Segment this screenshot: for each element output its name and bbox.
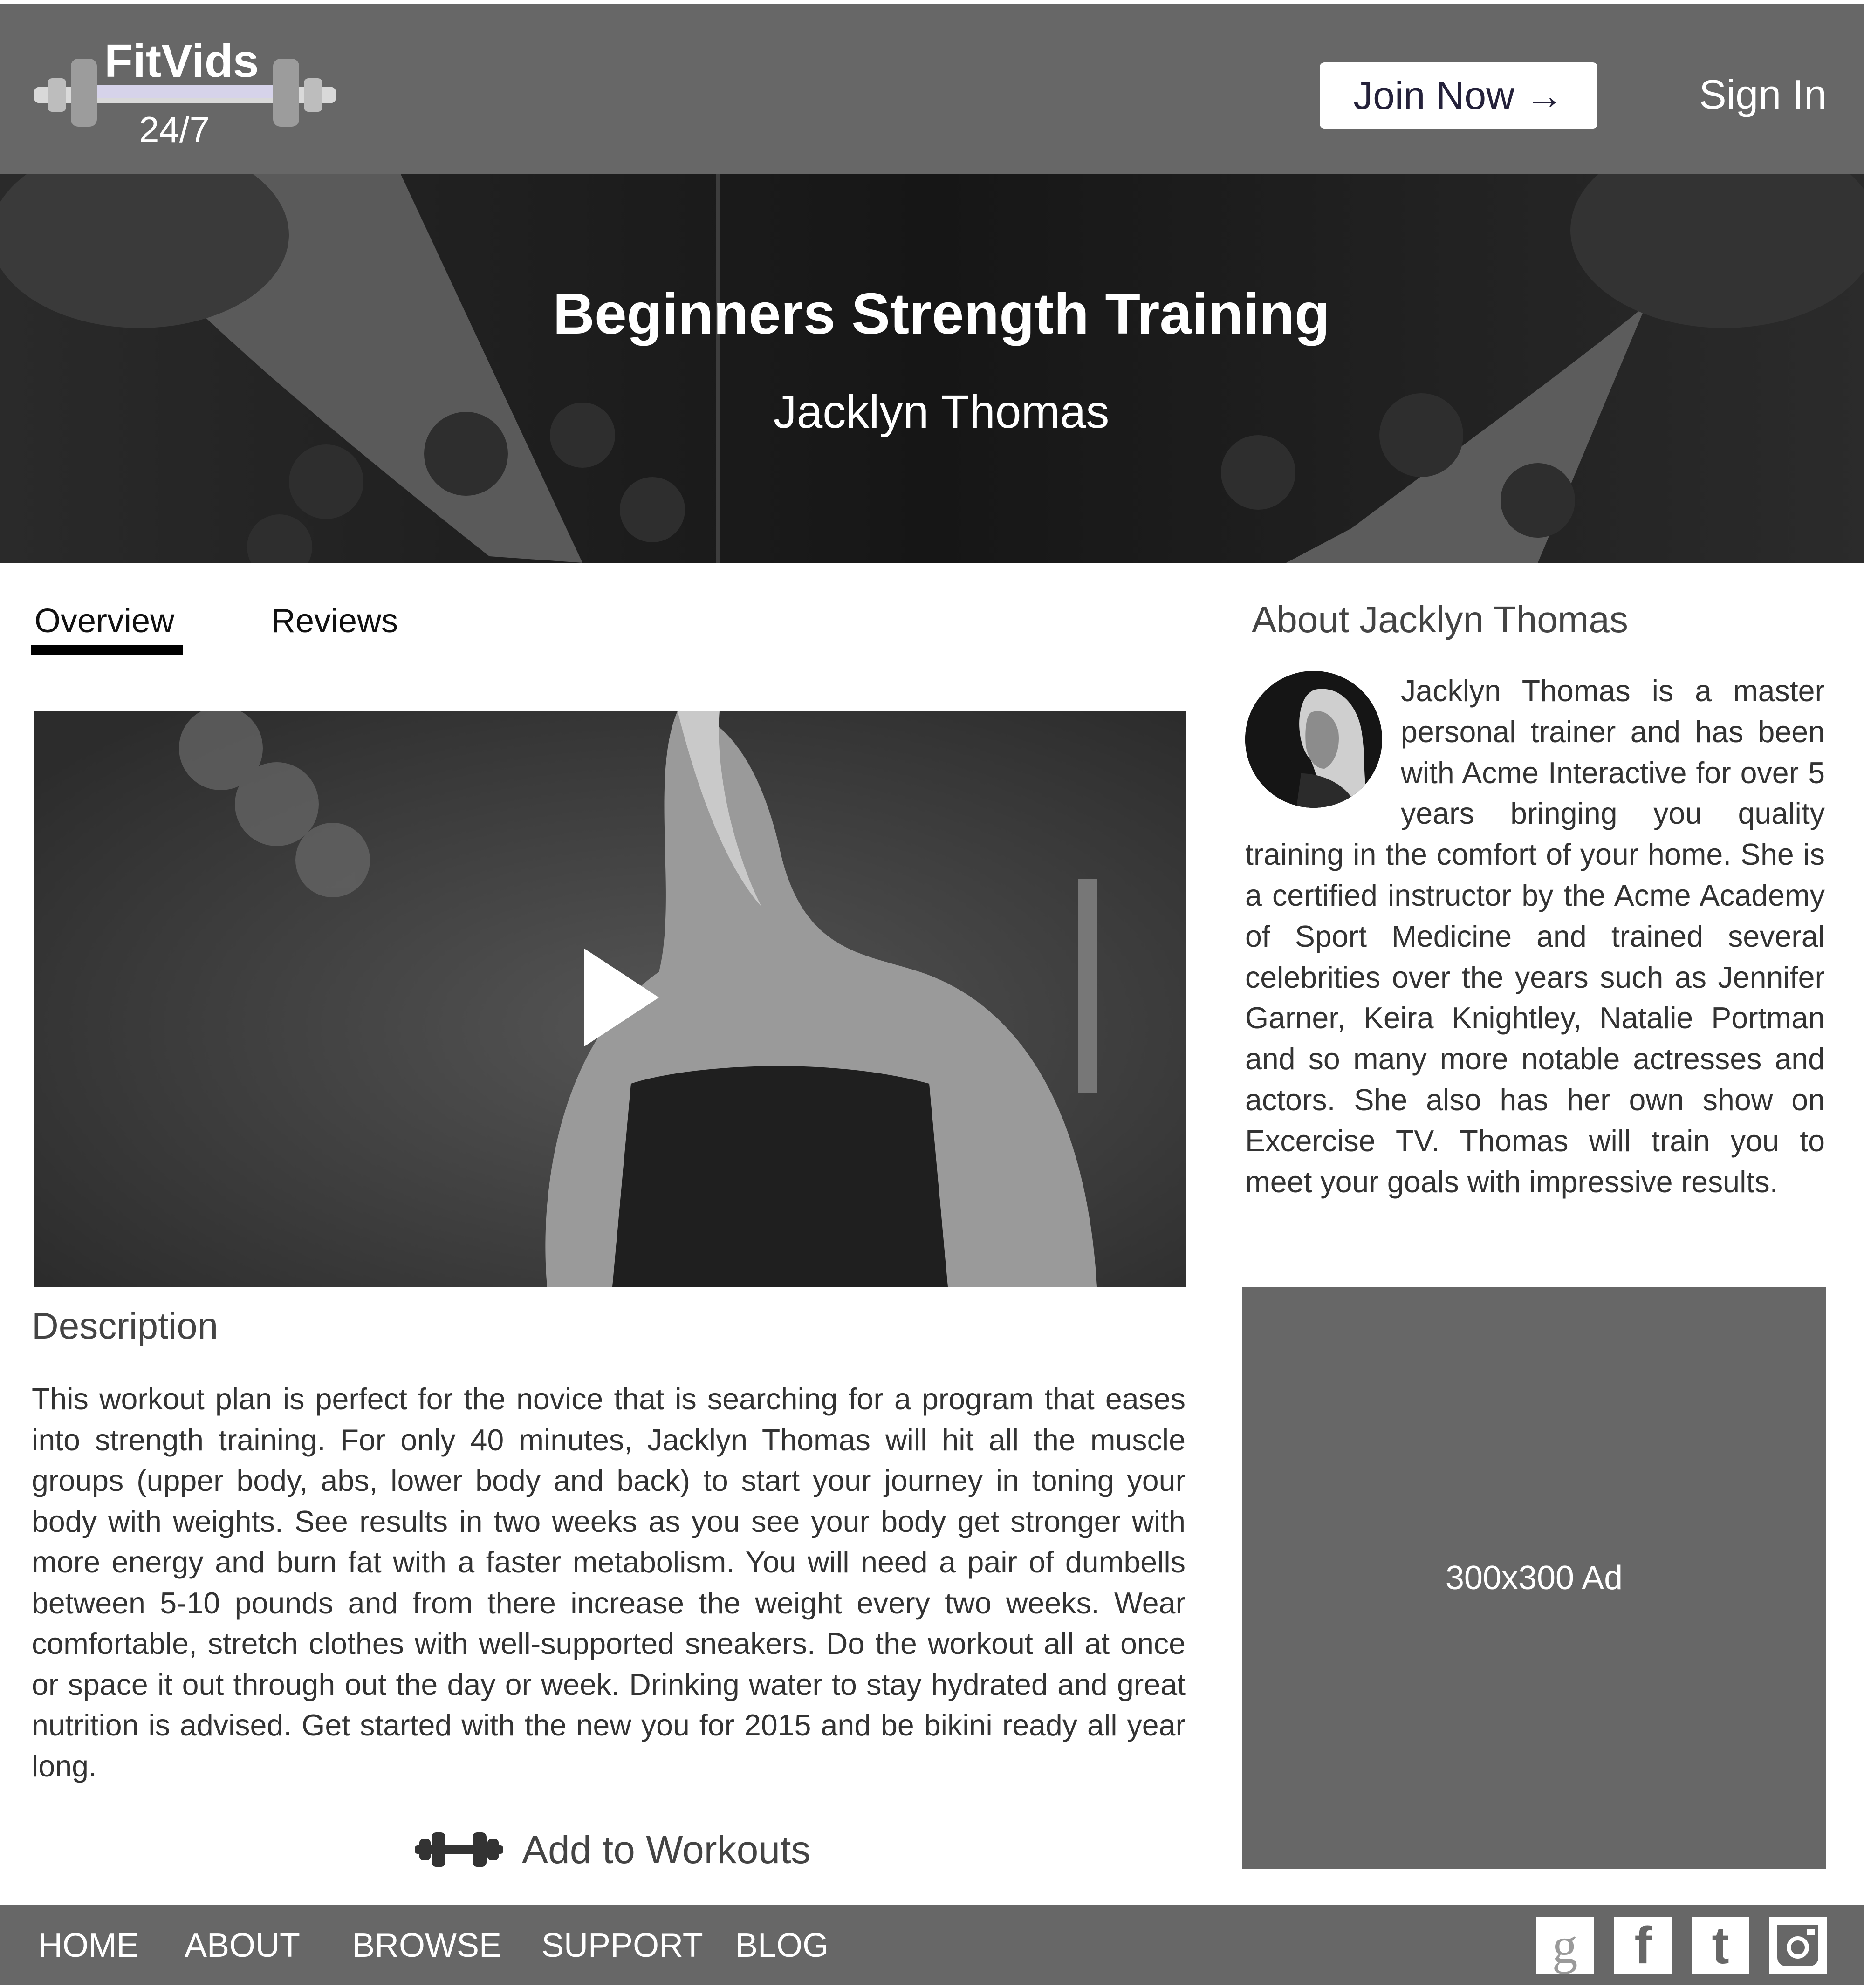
nav-blog-link[interactable]: BLOG: [735, 1927, 829, 1964]
active-tab-indicator: [31, 645, 183, 655]
nav-about-link[interactable]: ABOUT: [185, 1927, 300, 1964]
ad-label: 300x300 Ad: [1445, 1559, 1623, 1597]
twitter-glyph: t: [1712, 1916, 1729, 1974]
hero-banner: Beginners Strength Training Jacklyn Thom…: [0, 174, 1864, 563]
about-section: Jacklyn Thomas is a master personal trai…: [1245, 671, 1825, 1202]
instagram-glyph: [1777, 1925, 1818, 1966]
nav-home-link[interactable]: HOME: [38, 1927, 139, 1964]
nav-support-link[interactable]: SUPPORT: [541, 1927, 703, 1964]
trainer-photo: [1245, 671, 1382, 808]
description-text: This workout plan is perfect for the nov…: [32, 1382, 1186, 1783]
video-player[interactable]: [34, 711, 1186, 1287]
arrow-right-icon: →: [1524, 73, 1564, 117]
tab-reviews[interactable]: Reviews: [271, 600, 398, 642]
description-heading: Description: [32, 1305, 219, 1346]
twitter-icon[interactable]: t: [1692, 1917, 1749, 1974]
google-icon[interactable]: g: [1536, 1917, 1594, 1974]
site-footer: HOME ABOUT BROWSE SUPPORT BLOG g f t: [0, 1905, 1864, 1985]
facebook-icon[interactable]: f: [1614, 1917, 1672, 1974]
instagram-icon[interactable]: [1769, 1917, 1827, 1974]
sign-in-link[interactable]: Sign In: [1668, 69, 1827, 120]
google-glyph: g: [1552, 1917, 1578, 1974]
about-heading: About Jacklyn Thomas: [1252, 599, 1628, 640]
join-now-label: Join Now: [1353, 73, 1514, 117]
play-icon[interactable]: [566, 944, 673, 1051]
course-title: Beginners Strength Training: [553, 282, 1330, 346]
dumbbell-icon: [415, 1832, 503, 1867]
nav-browse-link[interactable]: BROWSE: [352, 1927, 501, 1964]
add-to-workouts-label: Add to Workouts: [522, 1827, 811, 1872]
trainer-avatar: [1245, 671, 1382, 808]
fitvids-logo[interactable]: FitVids 24/7: [29, 32, 341, 148]
ad-placeholder[interactable]: 300x300 Ad: [1242, 1287, 1826, 1869]
tab-overview[interactable]: Overview: [34, 600, 174, 642]
logo-name: FitVids: [104, 35, 259, 87]
logo-tagline: 24/7: [139, 109, 210, 150]
join-now-button[interactable]: Join Now →: [1320, 62, 1597, 129]
facebook-glyph: f: [1634, 1916, 1652, 1974]
add-to-workouts-button[interactable]: Add to Workouts: [410, 1822, 810, 1878]
site-header: FitVids 24/7 Join Now → Sign In: [0, 4, 1864, 174]
hero-background-image: [0, 174, 1864, 563]
trainer-name: Jacklyn Thomas: [773, 386, 1110, 438]
